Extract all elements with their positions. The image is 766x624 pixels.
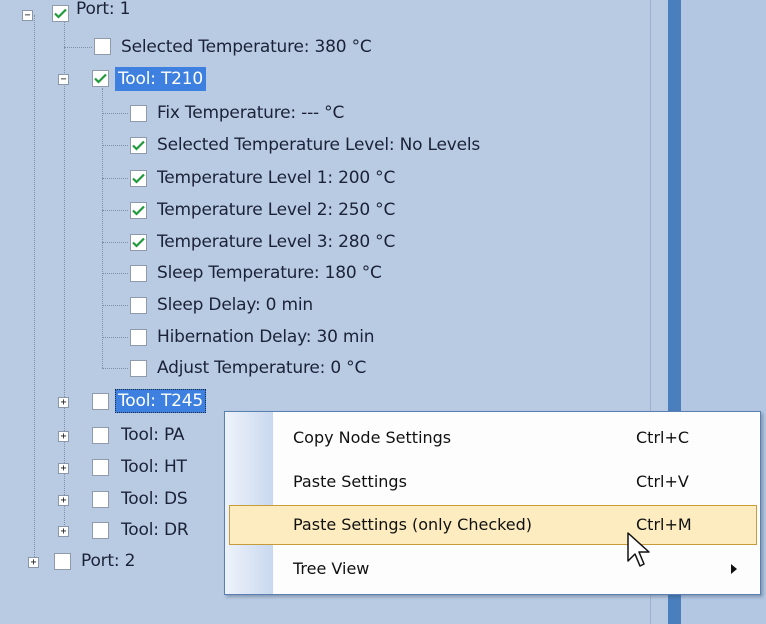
tree-node-temperature-level-2[interactable]: Temperature Level 2: 250 °C bbox=[154, 198, 398, 222]
menu-item-tree-view[interactable]: Tree View bbox=[226, 547, 759, 591]
menu-item-paste-settings[interactable]: Paste Settings Ctrl+V bbox=[226, 460, 759, 504]
mouse-cursor-icon bbox=[627, 532, 650, 567]
temperature-level-1-checkbox[interactable] bbox=[130, 170, 147, 187]
tree-node-tool-ds[interactable]: Tool: DS bbox=[118, 487, 190, 511]
selected-temperature-level-checkbox[interactable] bbox=[130, 137, 147, 154]
sleep-temperature-checkbox[interactable] bbox=[130, 265, 147, 282]
tree-line bbox=[102, 88, 103, 368]
menu-item-label: Tree View bbox=[293, 559, 370, 578]
port2-checkbox[interactable] bbox=[54, 553, 71, 570]
tree-line bbox=[102, 145, 128, 146]
port1-checkbox[interactable] bbox=[52, 5, 69, 22]
tree-line bbox=[102, 305, 128, 306]
tree-node-hibernation-delay[interactable]: Hibernation Delay: 30 min bbox=[154, 325, 377, 349]
tree-line bbox=[102, 242, 128, 243]
selected-temperature-checkbox[interactable] bbox=[94, 38, 111, 55]
tree-line bbox=[102, 178, 128, 179]
tree-node-selected-temperature[interactable]: Selected Temperature: 380 °C bbox=[118, 35, 375, 59]
adjust-temperature-checkbox[interactable] bbox=[130, 360, 147, 377]
expand-toggle[interactable]: + bbox=[58, 431, 69, 442]
expand-toggle[interactable]: + bbox=[58, 526, 69, 537]
tree-node-fix-temperature[interactable]: Fix Temperature: --- °C bbox=[154, 101, 347, 125]
menu-item-copy-node-settings[interactable]: Copy Node Settings Ctrl+C bbox=[226, 416, 759, 460]
submenu-arrow-icon bbox=[731, 564, 737, 574]
check-icon bbox=[132, 140, 145, 151]
collapse-toggle[interactable]: − bbox=[22, 10, 33, 21]
tree-node-adjust-temperature[interactable]: Adjust Temperature: 0 °C bbox=[154, 356, 369, 380]
tree-node-port2[interactable]: Port: 2 bbox=[78, 549, 138, 573]
tool-ds-checkbox[interactable] bbox=[92, 491, 109, 508]
context-menu: Copy Node Settings Ctrl+C Paste Settings… bbox=[224, 411, 761, 595]
tree-node-sleep-delay[interactable]: Sleep Delay: 0 min bbox=[154, 293, 316, 317]
expand-toggle[interactable]: + bbox=[28, 557, 39, 568]
tree-node-tool-ht[interactable]: Tool: HT bbox=[118, 455, 190, 479]
tree-line bbox=[102, 368, 128, 369]
check-icon bbox=[132, 237, 145, 248]
expand-toggle[interactable]: + bbox=[58, 463, 69, 474]
tree-node-temperature-level-3[interactable]: Temperature Level 3: 280 °C bbox=[154, 230, 398, 254]
tree-node-sleep-temperature[interactable]: Sleep Temperature: 180 °C bbox=[154, 261, 385, 285]
sleep-delay-checkbox[interactable] bbox=[130, 297, 147, 314]
tree-node-temperature-level-1[interactable]: Temperature Level 1: 200 °C bbox=[154, 166, 398, 190]
check-icon bbox=[94, 73, 107, 84]
tree-line bbox=[102, 210, 128, 211]
tree-node-selected-temperature-level[interactable]: Selected Temperature Level: No Levels bbox=[154, 133, 483, 157]
tree-node-tool-dr[interactable]: Tool: DR bbox=[118, 518, 191, 542]
expand-toggle[interactable]: + bbox=[58, 495, 69, 506]
tool-t245-checkbox[interactable] bbox=[92, 393, 109, 410]
check-icon bbox=[132, 205, 145, 216]
tree-node-tool-t210[interactable]: Tool: T210 bbox=[115, 67, 206, 91]
tool-ht-checkbox[interactable] bbox=[92, 459, 109, 476]
fix-temperature-checkbox[interactable] bbox=[130, 105, 147, 122]
menu-item-label: Paste Settings bbox=[293, 472, 407, 491]
temperature-level-3-checkbox[interactable] bbox=[130, 234, 147, 251]
tree-line bbox=[102, 337, 128, 338]
menu-item-shortcut: Ctrl+V bbox=[636, 472, 689, 491]
tool-dr-checkbox[interactable] bbox=[92, 522, 109, 539]
check-icon bbox=[132, 173, 145, 184]
check-icon bbox=[54, 8, 67, 19]
tree-line bbox=[102, 113, 128, 114]
expand-toggle[interactable]: + bbox=[58, 397, 69, 408]
menu-item-paste-settings-only-checked[interactable]: Paste Settings (only Checked) Ctrl+M bbox=[226, 503, 759, 547]
tree-line bbox=[34, 15, 35, 557]
tool-t210-checkbox[interactable] bbox=[92, 70, 109, 87]
tool-pa-checkbox[interactable] bbox=[92, 427, 109, 444]
menu-item-label: Copy Node Settings bbox=[293, 428, 452, 447]
tree-line bbox=[64, 18, 65, 531]
tree-line bbox=[102, 273, 128, 274]
tree-node-tool-pa[interactable]: Tool: PA bbox=[118, 423, 187, 447]
temperature-level-2-checkbox[interactable] bbox=[130, 202, 147, 219]
tree-line bbox=[64, 47, 92, 48]
tree-node-tool-t245[interactable]: Tool: T245 bbox=[115, 389, 206, 413]
tree-node-port1[interactable]: Port: 1 bbox=[73, 0, 133, 22]
menu-item-label: Paste Settings (only Checked) bbox=[293, 515, 533, 534]
collapse-toggle[interactable]: − bbox=[58, 74, 69, 85]
hibernation-delay-checkbox[interactable] bbox=[130, 329, 147, 346]
menu-item-shortcut: Ctrl+C bbox=[636, 428, 690, 447]
